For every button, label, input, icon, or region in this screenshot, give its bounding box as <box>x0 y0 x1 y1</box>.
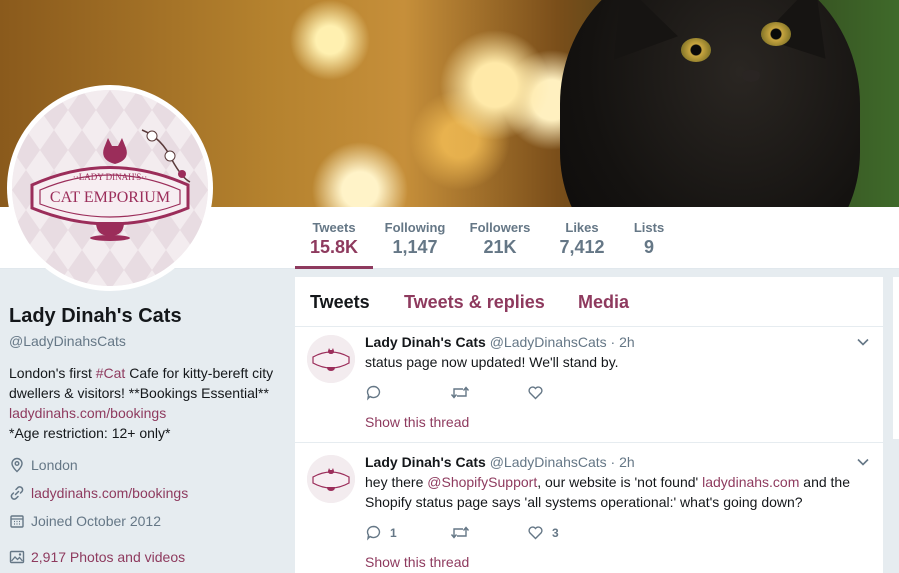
stat-following[interactable]: Following 1,147 <box>383 207 447 269</box>
tweet-separator: · <box>610 334 616 350</box>
tweet-mention[interactable]: @ShopifySupport <box>427 474 537 490</box>
heart-icon <box>528 386 543 400</box>
reply-icon <box>366 525 381 541</box>
tweet-timeline: Tweets Tweets & replies Media Lady Dinah… <box>295 277 883 573</box>
tweet-avatar[interactable] <box>307 455 355 503</box>
tweet-timestamp[interactable]: 2h <box>619 454 635 470</box>
stat-label: Lists <box>633 220 665 235</box>
tweet-author-handle[interactable]: @LadyDinahsCats <box>490 334 607 350</box>
profile-website: ladydinahs.com/bookings <box>9 485 188 501</box>
reply-button[interactable] <box>365 384 450 401</box>
bio-link[interactable]: ladydinahs.com/bookings <box>9 405 166 421</box>
stat-likes[interactable]: Likes 7,412 <box>554 207 610 269</box>
reply-count: 1 <box>390 525 397 540</box>
right-sidebar-edge <box>893 277 899 439</box>
tweet-header: Lady Dinah's Cats @LadyDinahsCats · 2h <box>365 454 635 470</box>
profile-bio: London's first #Cat Cafe for kitty-beref… <box>9 363 279 443</box>
photo-icon <box>9 550 25 564</box>
banner-cat-eye <box>761 22 791 46</box>
tweet-text-part: hey there <box>365 474 428 490</box>
tweet-header: Lady Dinah's Cats @LadyDinahsCats · 2h <box>365 334 635 350</box>
tweet-text: status page now updated! We'll stand by. <box>365 354 619 370</box>
reply-button[interactable]: 1 <box>365 524 450 541</box>
joined-text: Joined October 2012 <box>31 513 161 529</box>
tweet-link[interactable]: ladydinahs.com <box>702 474 799 490</box>
tweet-actions: 1 3 <box>365 524 559 541</box>
cat-emporium-logo: ··LADY DINAH'S·· CAT EMPORIUM <box>12 90 208 286</box>
banner-cat-eye <box>681 38 711 62</box>
bio-text: *Age restriction: 12+ only* <box>9 425 171 441</box>
logo-line-1: ··LADY DINAH'S·· <box>73 172 148 182</box>
tweet-avatar-logo <box>307 335 355 383</box>
tweet-author-handle[interactable]: @LadyDinahsCats <box>490 454 607 470</box>
heart-icon <box>528 526 543 540</box>
photos-link[interactable]: 2,917 Photos and videos <box>31 549 185 565</box>
profile-name[interactable]: Lady Dinah's Cats <box>9 305 182 328</box>
profile-avatar[interactable]: ··LADY DINAH'S·· CAT EMPORIUM <box>7 85 213 291</box>
tweet-avatar-logo <box>307 455 355 503</box>
tweet-actions <box>365 384 544 401</box>
stat-label: Likes <box>565 220 599 235</box>
stat-value: 7,412 <box>559 237 605 257</box>
tweet-author-name[interactable]: Lady Dinah's Cats <box>365 334 486 350</box>
tab-tweets-replies[interactable]: Tweets & replies <box>404 292 545 313</box>
tab-tweets[interactable]: Tweets <box>310 292 370 313</box>
like-button[interactable] <box>527 384 544 401</box>
retweet-icon <box>450 526 470 539</box>
logo-line-2: CAT EMPORIUM <box>50 189 170 206</box>
bio-text: London's first <box>9 365 96 381</box>
calendar-icon <box>10 515 24 528</box>
show-thread-link[interactable]: Show this thread <box>365 554 469 570</box>
stat-value: 9 <box>643 237 654 257</box>
profile-location: London <box>9 457 78 473</box>
stat-label: Tweets <box>312 220 356 235</box>
stat-label: Followers <box>469 220 531 235</box>
stat-label: Following <box>384 220 446 235</box>
banner-cat-nose <box>742 70 760 82</box>
tweet-timestamp[interactable]: 2h <box>619 334 635 350</box>
profile-joined: Joined October 2012 <box>9 513 161 529</box>
stat-value: 15.8K <box>309 237 359 257</box>
tab-media[interactable]: Media <box>578 292 629 313</box>
tweet-avatar[interactable] <box>307 335 355 383</box>
retweet-button[interactable] <box>450 524 527 541</box>
tweet-author-name[interactable]: Lady Dinah's Cats <box>365 454 486 470</box>
location-text: London <box>31 457 78 473</box>
show-thread-link[interactable]: Show this thread <box>365 414 469 430</box>
avatar-image: ··LADY DINAH'S·· CAT EMPORIUM <box>12 90 208 286</box>
stat-value: 21K <box>483 237 517 257</box>
tweet-item[interactable]: Lady Dinah's Cats @LadyDinahsCats · 2h h… <box>295 443 883 573</box>
tweet-text: hey there @ShopifySupport, our website i… <box>365 472 870 512</box>
reply-icon <box>366 385 381 401</box>
stat-tweets[interactable]: Tweets 15.8K <box>295 207 373 269</box>
timeline-tabs: Tweets Tweets & replies Media <box>295 277 883 327</box>
bio-hashtag[interactable]: #Cat <box>96 365 126 381</box>
location-pin-icon <box>11 457 23 473</box>
stat-lists[interactable]: Lists 9 <box>630 207 668 269</box>
like-count: 3 <box>552 525 559 540</box>
tweet-text-part: , our website is 'not found' <box>537 474 703 490</box>
stat-followers[interactable]: Followers 21K <box>468 207 532 269</box>
link-icon <box>10 486 24 500</box>
website-link[interactable]: ladydinahs.com/bookings <box>31 485 188 501</box>
tweet-item[interactable]: Lady Dinah's Cats @LadyDinahsCats · 2h s… <box>295 327 883 443</box>
profile-photos[interactable]: 2,917 Photos and videos <box>9 549 185 565</box>
profile-handle: @LadyDinahsCats <box>9 333 126 349</box>
like-button[interactable]: 3 <box>527 524 559 541</box>
tweet-separator: · <box>610 454 616 470</box>
retweet-button[interactable] <box>450 384 527 401</box>
stat-value: 1,147 <box>392 237 438 257</box>
retweet-icon <box>450 386 470 399</box>
